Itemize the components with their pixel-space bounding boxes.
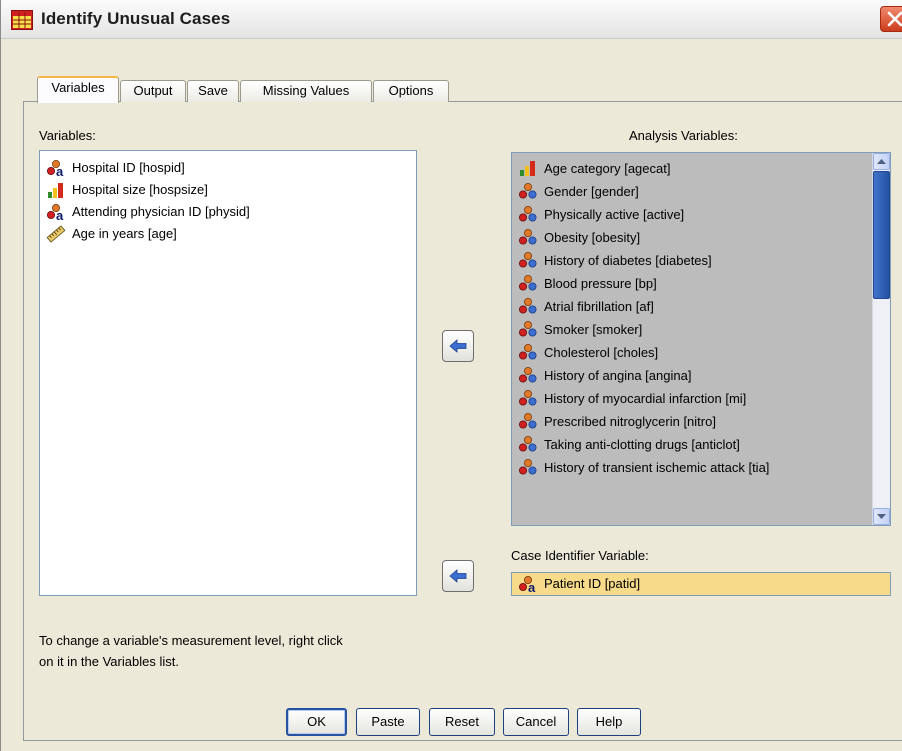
tab-variables[interactable]: Variables	[37, 76, 119, 103]
tab-save[interactable]: Save	[187, 80, 239, 102]
list-item[interactable]: Age category [agecat]	[512, 157, 890, 180]
list-item[interactable]: a Attending physician ID [physid]	[40, 201, 416, 223]
note-line-1: To change a variable's measurement level…	[39, 633, 343, 648]
close-icon	[887, 11, 902, 27]
nominal-icon	[519, 206, 537, 222]
nominal-string-icon: a	[47, 204, 64, 221]
nominal-icon	[519, 436, 537, 452]
list-item[interactable]: History of myocardial infarction [mi]	[512, 387, 890, 410]
nominal-icon	[519, 459, 537, 475]
list-item-label: Hospital size [hospsize]	[72, 182, 208, 197]
reset-button[interactable]: Reset	[429, 708, 495, 736]
tab-output[interactable]: Output	[120, 80, 186, 102]
list-item-label: Cholesterol [choles]	[544, 345, 659, 360]
list-item-label: Age in years [age]	[72, 226, 177, 241]
case-identifier-value: Patient ID [patid]	[544, 576, 641, 591]
nominal-icon	[519, 321, 537, 337]
nominal-icon	[519, 367, 537, 383]
variables-list[interactable]: a Hospital ID [hospid] Hospital size [ho…	[39, 150, 417, 596]
tab-missing-values[interactable]: Missing Values	[240, 80, 372, 102]
case-identifier-item[interactable]: a Patient ID [patid]	[512, 573, 890, 595]
svg-text:a: a	[528, 580, 536, 593]
list-item-label: History of transient ischemic attack [ti…	[544, 460, 770, 475]
note-line-2: on it in the Variables list.	[39, 654, 179, 669]
list-item[interactable]: a Hospital ID [hospid]	[40, 157, 416, 179]
ok-button[interactable]: OK	[286, 708, 347, 736]
list-item-label: Age category [agecat]	[544, 161, 671, 176]
list-item-label: Atrial fibrillation [af]	[544, 299, 654, 314]
nominal-string-icon: a	[47, 160, 64, 177]
dialog-title: Identify Unusual Cases	[41, 9, 231, 28]
list-item[interactable]: Physically active [active]	[512, 203, 890, 226]
scroll-down-button[interactable]	[873, 508, 890, 525]
list-item[interactable]: Smoker [smoker]	[512, 318, 890, 341]
identify-unusual-cases-dialog: Identify Unusual Cases Variables Output …	[0, 0, 902, 751]
list-item-label: Attending physician ID [physid]	[72, 204, 250, 219]
title-bar[interactable]: Identify Unusual Cases	[1, 0, 902, 39]
variables-label: Variables:	[39, 128, 96, 143]
table-grid-icon	[11, 10, 33, 30]
nominal-icon	[519, 275, 537, 291]
list-item-label: History of myocardial infarction [mi]	[544, 391, 747, 406]
ordinal-icon	[48, 183, 63, 198]
list-item-label: Taking anti-clotting drugs [anticlot]	[544, 437, 740, 452]
scroll-thumb[interactable]	[873, 171, 890, 299]
case-identifier-label: Case Identifier Variable:	[511, 548, 649, 563]
list-item[interactable]: Obesity [obesity]	[512, 226, 890, 249]
list-item[interactable]: Blood pressure [bp]	[512, 272, 890, 295]
list-item[interactable]: Prescribed nitroglycerin [nitro]	[512, 410, 890, 433]
nominal-icon	[519, 298, 537, 314]
list-item-label: Gender [gender]	[544, 184, 639, 199]
list-item[interactable]: Age in years [age]	[40, 223, 416, 245]
list-item[interactable]: Atrial fibrillation [af]	[512, 295, 890, 318]
analysis-variables-label: Analysis Variables:	[629, 128, 738, 143]
nominal-icon	[519, 252, 537, 268]
close-button[interactable]	[880, 6, 902, 32]
list-item-label: Prescribed nitroglycerin [nitro]	[544, 414, 716, 429]
paste-button[interactable]: Paste	[356, 708, 420, 736]
list-item-label: Blood pressure [bp]	[544, 276, 657, 291]
list-item-label: Smoker [smoker]	[544, 322, 643, 337]
nominal-string-icon: a	[519, 576, 536, 593]
case-identifier-field[interactable]: a Patient ID [patid]	[511, 572, 891, 596]
list-item[interactable]: History of angina [angina]	[512, 364, 890, 387]
list-item[interactable]: History of diabetes [diabetes]	[512, 249, 890, 272]
move-to-analysis-button[interactable]	[442, 330, 474, 362]
measurement-level-note: To change a variable's measurement level…	[39, 630, 439, 672]
analysis-scrollbar[interactable]	[872, 153, 890, 525]
list-item-label: Physically active [active]	[544, 207, 685, 222]
arrow-left-icon	[449, 339, 467, 353]
cancel-button[interactable]: Cancel	[503, 708, 569, 736]
arrow-left-icon	[449, 569, 467, 583]
tab-options[interactable]: Options	[373, 80, 449, 102]
nominal-icon	[519, 183, 537, 199]
analysis-variables-list[interactable]: Age category [agecat] Gender [gender] Ph…	[511, 152, 891, 526]
list-item-label: Hospital ID [hospid]	[72, 160, 185, 175]
list-item[interactable]: Gender [gender]	[512, 180, 890, 203]
ordinal-icon	[520, 161, 535, 176]
nominal-icon	[519, 390, 537, 406]
nominal-icon	[519, 344, 537, 360]
list-item[interactable]: Taking anti-clotting drugs [anticlot]	[512, 433, 890, 456]
list-item-label: History of angina [angina]	[544, 368, 692, 383]
scroll-up-button[interactable]	[873, 153, 890, 170]
list-item[interactable]: Hospital size [hospsize]	[40, 179, 416, 201]
scale-ruler-icon	[46, 225, 66, 243]
svg-text:a: a	[56, 164, 64, 177]
help-button[interactable]: Help	[577, 708, 641, 736]
chevron-down-icon	[877, 514, 886, 519]
move-to-case-identifier-button[interactable]	[442, 560, 474, 592]
list-item-label: Obesity [obesity]	[544, 230, 641, 245]
list-item-label: History of diabetes [diabetes]	[544, 253, 712, 268]
svg-text:a: a	[56, 208, 64, 221]
chevron-up-icon	[877, 159, 886, 164]
nominal-icon	[519, 229, 537, 245]
list-item[interactable]: History of transient ischemic attack [ti…	[512, 456, 890, 479]
nominal-icon	[519, 413, 537, 429]
list-item[interactable]: Cholesterol [choles]	[512, 341, 890, 364]
